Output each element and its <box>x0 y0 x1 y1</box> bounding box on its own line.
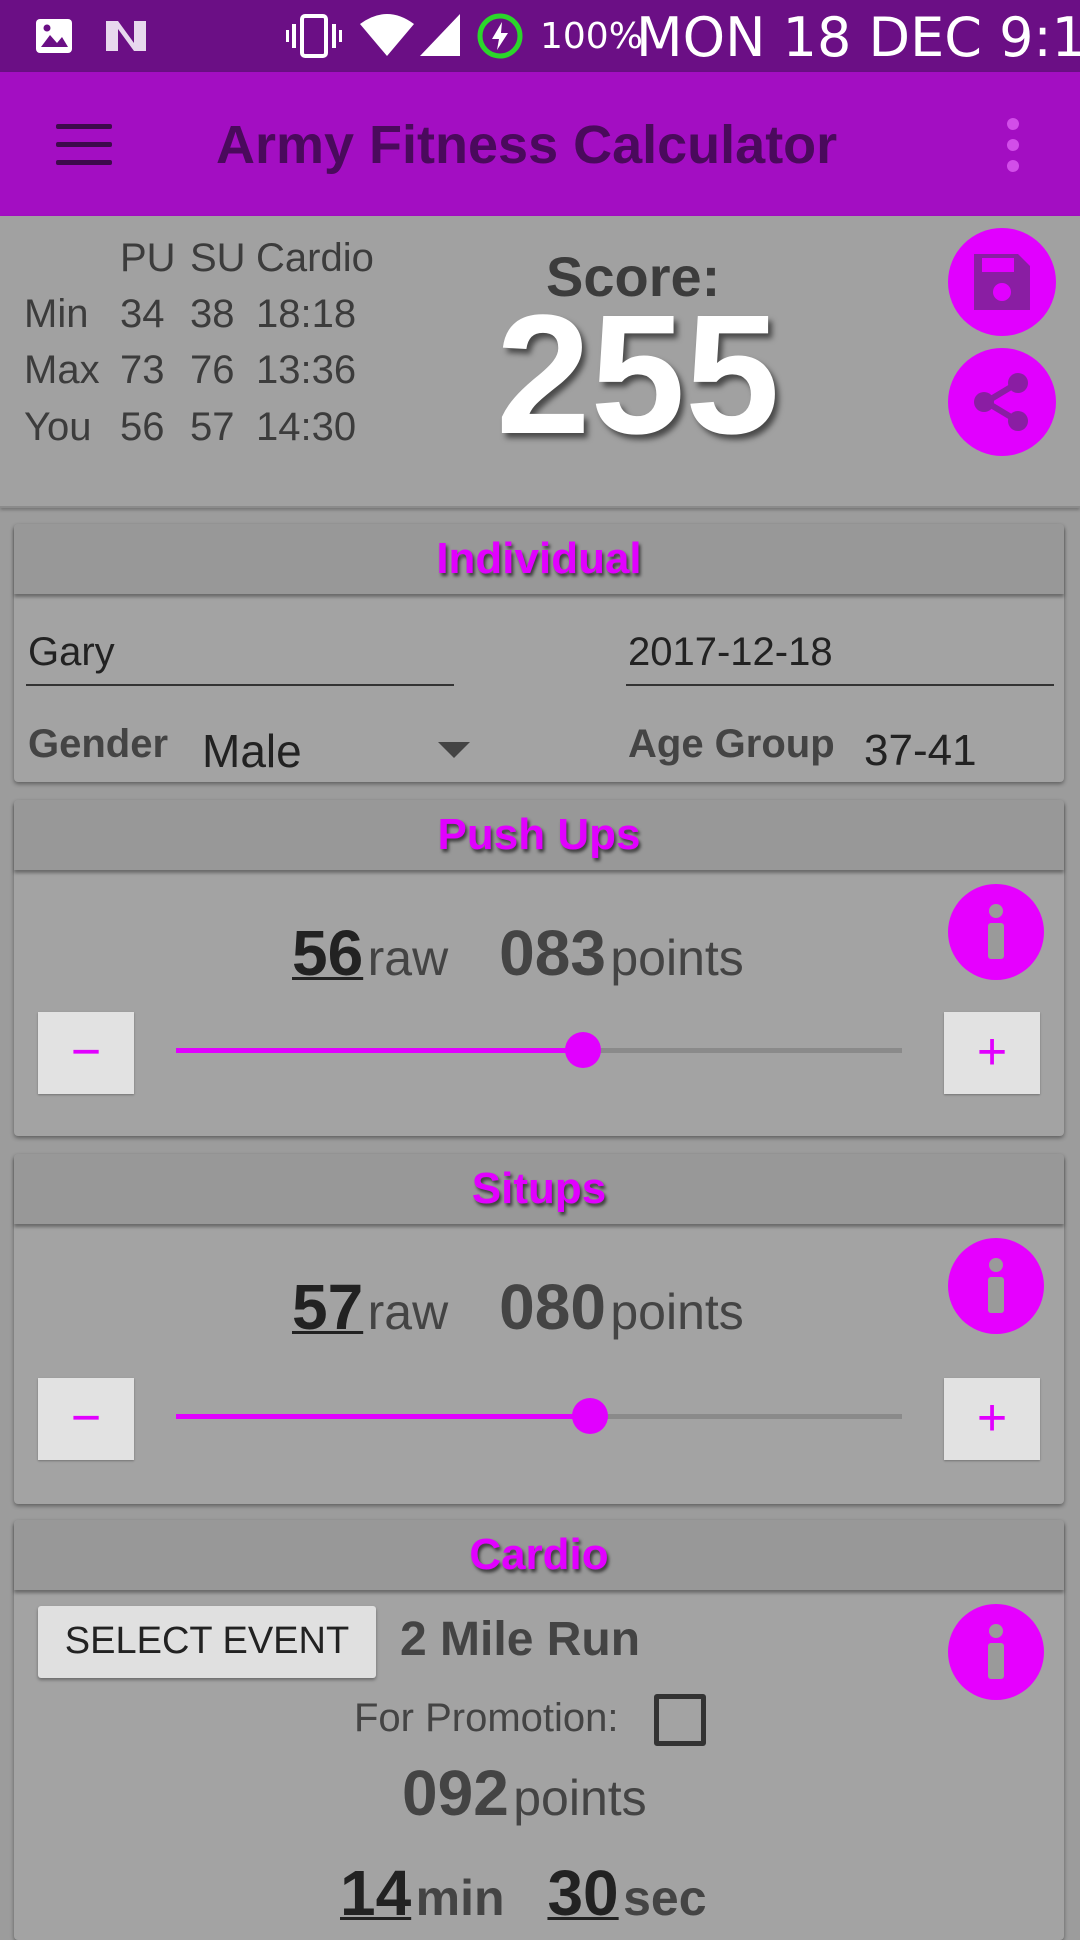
situps-slider-fill <box>176 1414 590 1419</box>
app-bar: Army Fitness Calculator <box>0 72 1080 216</box>
push-ups-slider[interactable] <box>176 1032 902 1068</box>
row-min-pu: 34 <box>120 292 165 336</box>
gender-select[interactable]: Male <box>202 724 302 778</box>
promotion-checkbox[interactable] <box>654 1694 706 1746</box>
push-ups-values: 56 raw 083 points <box>292 916 744 990</box>
cardio-time: 14 min 30 sec <box>340 1856 707 1930</box>
cardio-points-value: 092 <box>402 1757 509 1829</box>
date-input[interactable]: 2017-12-18 <box>628 630 833 675</box>
name-input[interactable]: Gary <box>28 630 115 675</box>
cardio-points-unit: points <box>513 1770 647 1826</box>
push-ups-slider-fill <box>176 1048 583 1053</box>
cardio-event-name: 2 Mile Run <box>400 1613 641 1666</box>
vibrate-icon <box>286 14 342 58</box>
signal-icon <box>420 14 460 56</box>
gender-label: Gender <box>28 722 169 766</box>
save-button[interactable] <box>948 228 1056 336</box>
situps-raw-unit: raw <box>367 1284 449 1340</box>
row-min-label: Min <box>24 292 89 336</box>
situps-title: Situps <box>471 1164 607 1213</box>
cardio-title: Cardio <box>469 1530 609 1579</box>
situps-minus-button[interactable]: − <box>38 1378 134 1460</box>
situps-points-value: 080 <box>499 1271 606 1343</box>
cardio-sec-unit: sec <box>623 1870 707 1926</box>
situps-plus-button[interactable]: + <box>944 1378 1040 1460</box>
situps-values: 57 raw 080 points <box>292 1270 744 1344</box>
row-you-label: You <box>24 405 92 449</box>
situps-raw-value[interactable]: 57 <box>292 1271 363 1343</box>
situps-slider[interactable] <box>176 1398 902 1434</box>
individual-header: Individual <box>14 524 1064 594</box>
age-group-value: 37-41 <box>864 726 977 775</box>
cardio-min-value[interactable]: 14 <box>340 1857 411 1929</box>
situps-points-unit: points <box>610 1284 744 1340</box>
cardio-info-button[interactable] <box>948 1604 1044 1700</box>
cardio-min-unit: min <box>415 1870 505 1926</box>
push-ups-plus-button[interactable]: + <box>944 1012 1040 1094</box>
push-ups-title: Push Ups <box>437 810 641 859</box>
save-icon <box>974 254 1030 310</box>
dropdown-arrow-icon[interactable] <box>436 740 472 760</box>
push-ups-raw-value[interactable]: 56 <box>292 917 363 989</box>
row-min-cardio: 18:18 <box>256 292 357 336</box>
individual-title: Individual <box>436 534 642 583</box>
name-underline <box>26 684 454 686</box>
push-ups-header: Push Ups <box>14 800 1064 870</box>
info-icon <box>988 1258 1004 1313</box>
push-ups-points-value: 083 <box>499 917 606 989</box>
push-ups-points-unit: points <box>610 930 744 986</box>
share-button[interactable] <box>948 348 1056 456</box>
cardio-sec-value[interactable]: 30 <box>547 1857 618 1929</box>
cardio-points: 092 points <box>402 1756 647 1830</box>
menu-icon[interactable] <box>56 124 112 178</box>
header-cardio: Cardio <box>256 236 374 280</box>
row-min-su: 38 <box>190 292 235 336</box>
select-event-button[interactable]: SELECT EVENT <box>38 1606 376 1678</box>
share-icon <box>974 373 1028 431</box>
score-value: 255 <box>496 280 780 470</box>
wifi-icon <box>360 14 414 56</box>
status-bar: 100% MON 18 DEC 9:16 <box>0 0 1080 72</box>
date-underline <box>626 684 1054 686</box>
push-ups-slider-thumb[interactable] <box>564 1032 601 1068</box>
row-you-pu: 56 <box>120 405 165 449</box>
app-title: Army Fitness Calculator <box>216 115 838 175</box>
situps-header: Situps <box>14 1154 1064 1224</box>
row-max-cardio: 13:36 <box>256 348 357 392</box>
push-ups-info-button[interactable] <box>948 884 1044 980</box>
promotion-label: For Promotion: <box>354 1696 619 1740</box>
row-max-label: Max <box>24 348 100 392</box>
battery-charging-icon <box>477 13 523 59</box>
header-pu: PU <box>120 236 176 280</box>
n-icon <box>106 21 146 51</box>
header-su: SU <box>190 236 246 280</box>
battery-percentage: 100% <box>540 16 643 57</box>
situps-info-button[interactable] <box>948 1238 1044 1334</box>
cardio-header: Cardio <box>14 1520 1064 1590</box>
row-you-su: 57 <box>190 405 235 449</box>
push-ups-raw-unit: raw <box>367 930 449 986</box>
image-icon <box>36 19 72 53</box>
status-datetime: MON 18 DEC 9:16 <box>636 6 1080 69</box>
info-icon <box>988 1624 1004 1679</box>
info-icon <box>988 904 1004 959</box>
situps-slider-thumb[interactable] <box>571 1398 608 1434</box>
push-ups-minus-button[interactable]: − <box>38 1012 134 1094</box>
row-max-pu: 73 <box>120 348 165 392</box>
row-you-cardio: 14:30 <box>256 405 357 449</box>
row-max-su: 76 <box>190 348 235 392</box>
age-group-label: Age Group <box>628 722 835 766</box>
overflow-menu-icon[interactable] <box>1007 118 1019 181</box>
